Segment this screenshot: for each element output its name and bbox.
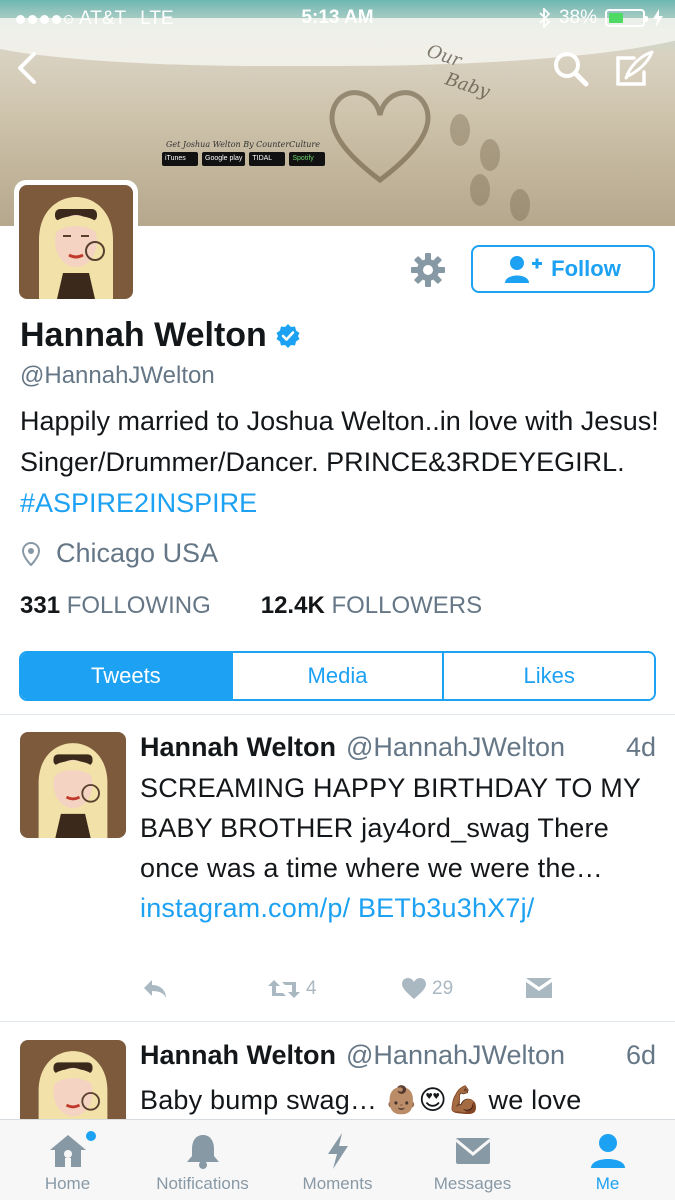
tab-tweets[interactable]: Tweets [21,653,231,699]
tweet-header: Hannah Welton @HannahJWelton 6d [140,1040,656,1071]
charging-icon [653,9,663,27]
location-pin-icon [22,541,40,566]
person-icon [590,1134,625,1168]
heart-icon [402,978,426,999]
tweet-author-handle: @HannahJWelton [346,1040,566,1070]
add-user-icon [505,256,543,283]
tweet-author-name[interactable]: Hannah Welton [140,1040,336,1071]
avatar-illustration [19,185,133,299]
profile-name: Hannah Welton [20,316,267,354]
battery-icon [605,9,648,27]
bio-hashtag-link[interactable]: #ASPIRE2INSPIRE [20,488,257,518]
follow-button-label: Follow [551,256,621,281]
compose-tweet-icon[interactable] [612,48,656,90]
tweet-body: Baby bump swag… 👶🏽😍💪🏾 we love [140,1085,582,1115]
nav-notifications[interactable]: Notifications [135,1120,270,1200]
envelope-icon [526,978,552,998]
nav-home[interactable]: Home [0,1120,135,1200]
unread-dot [86,1131,96,1141]
tweet-header: Hannah Welton @HannahJWelton 4d [140,732,656,763]
like-count: 29 [432,978,454,999]
tweet-link[interactable]: instagram.com/p/ BETb3u3hX7j/ [140,893,535,923]
divider [0,714,675,715]
store-badges: iTunes Google play TIDAL Spotify [162,152,326,166]
retweet-button[interactable]: 4 [268,978,317,1000]
follow-button[interactable]: Follow [471,245,655,293]
bell-icon [186,1135,219,1169]
tweet-author-handle: @HannahJWelton [346,732,566,762]
nav-home-label: Home [44,1174,91,1193]
spotify-badge: Spotify [289,152,326,166]
tweet-item[interactable]: Hannah Welton @HannahJWelton 4d SCREAMIN… [0,732,675,1022]
settings-gear-icon[interactable] [410,252,446,288]
bio-text: Happily married to Joshua Welton..in lov… [20,406,659,477]
following-count: 331 [20,592,61,619]
footprints-drawing [450,114,530,221]
verified-badge-icon [276,323,300,348]
location-text: Chicago USA [56,538,219,568]
nav-me-label: Me [595,1174,620,1193]
reply-icon [144,980,166,998]
home-icon [49,1135,86,1167]
nav-me[interactable]: Me [540,1120,675,1200]
back-icon[interactable] [10,48,44,88]
retweet-icon [268,980,300,998]
direct-message-button[interactable] [526,978,552,1000]
tweet-body: SCREAMING HAPPY BIRTHDAY TO MY BABY BROT… [140,773,641,883]
banner-caption: Get Joshua Welton By CounterCulture [166,140,320,149]
lightning-icon [327,1133,348,1169]
profile-avatar[interactable] [14,180,138,304]
tweet-timestamp: 6d [625,1040,656,1070]
tweet-text: SCREAMING HAPPY BIRTHDAY TO MY BABY BROT… [140,768,660,928]
profile-stats: 331 FOLLOWING 12.4K FOLLOWERS [20,592,482,620]
retweet-count: 4 [306,978,317,999]
tweet-avatar[interactable] [20,1040,126,1119]
tab-likes[interactable]: Likes [442,653,654,699]
following-label: FOLLOWING [66,592,211,619]
profile-tabs: Tweets Media Likes [19,651,656,701]
tweet-text: Baby bump swag… 👶🏽😍💪🏾 we love [140,1080,660,1119]
sand-heart-drawing [329,90,431,184]
following-stat[interactable]: 331 FOLLOWING [20,592,211,620]
nav-moments-label: Moments [302,1174,373,1193]
divider [0,1021,675,1022]
envelope-icon [454,1138,491,1164]
status-bar: AT&T LTE 5:13 AM 38% [0,0,675,36]
reply-button[interactable] [142,978,168,1000]
like-button[interactable]: 29 [402,978,453,1000]
tweet-author-name[interactable]: Hannah Welton [140,732,336,763]
followers-stat[interactable]: 12.4K FOLLOWERS [261,592,482,620]
bluetooth-icon [539,8,551,28]
nav-notifications-label: Notifications [156,1174,249,1193]
status-right: 38% [539,7,663,29]
tweet-timestamp: 4d [625,732,656,762]
profile-name-row: Hannah Welton [20,316,301,355]
tweet-avatar[interactable] [20,732,126,838]
profile-location: Chicago USA [22,538,218,569]
bottom-tab-bar: Home Notifications Moments Messages Me [0,1119,675,1200]
nav-messages[interactable]: Messages [405,1120,540,1200]
google-play-badge: Google play [202,152,246,166]
itunes-badge: iTunes [162,152,198,166]
nav-moments[interactable]: Moments [270,1120,405,1200]
tweet-actions: 4 29 [140,978,560,1008]
profile-handle: @HannahJWelton [20,362,215,389]
tab-media[interactable]: Media [230,653,443,699]
battery-percent: 38% [558,7,597,28]
tidal-badge: TIDAL [249,152,286,166]
nav-messages-label: Messages [433,1174,512,1193]
tweet-item[interactable]: Hannah Welton @HannahJWelton 6d Baby bum… [0,1040,675,1119]
followers-count: 12.4K [260,592,325,619]
followers-label: FOLLOWERS [331,592,483,619]
profile-bio: Happily married to Joshua Welton..in lov… [20,401,660,524]
search-icon[interactable] [552,50,590,88]
